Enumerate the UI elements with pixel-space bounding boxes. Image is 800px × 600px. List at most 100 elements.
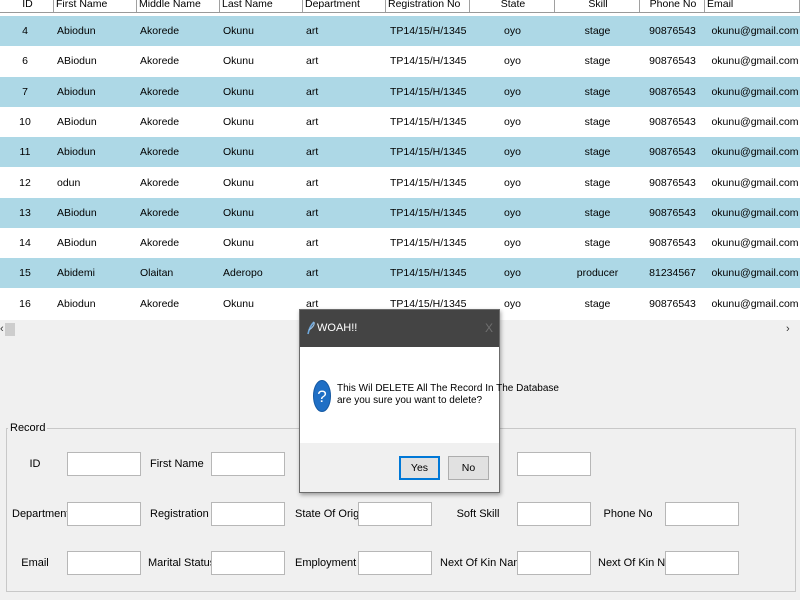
cell-middle-name[interactable]: Akorede <box>140 228 220 258</box>
cell-middle-name[interactable]: Akorede <box>140 289 220 319</box>
marital-status-field[interactable] <box>211 551 285 575</box>
cell-phone-no[interactable]: 90876543 <box>640 289 705 319</box>
cell-last-name[interactable]: Okunu <box>223 107 303 137</box>
cell-phone-no[interactable]: 90876543 <box>640 168 705 198</box>
cell-state[interactable]: oyo <box>470 228 555 258</box>
cell-id[interactable]: 13 <box>0 198 50 228</box>
cell-last-name[interactable]: Okunu <box>223 289 303 319</box>
column-header-id[interactable]: ID <box>0 0 54 12</box>
cell-first-name[interactable]: Abiodun <box>57 137 137 167</box>
cell-state[interactable]: oyo <box>470 258 555 288</box>
cell-id[interactable]: 14 <box>0 228 50 258</box>
cell-registration-no[interactable]: TP14/15/H/1345 <box>390 168 470 198</box>
cell-phone-no[interactable]: 81234567 <box>640 258 705 288</box>
cell-email[interactable]: okunu@gmail.com <box>710 77 800 107</box>
cell-department[interactable]: art <box>306 46 386 76</box>
cell-last-name[interactable]: Okunu <box>223 16 303 46</box>
cell-id[interactable]: 15 <box>0 258 50 288</box>
cell-department[interactable]: art <box>306 16 386 46</box>
cell-email[interactable]: okunu@gmail.com <box>710 46 800 76</box>
column-header-last-name[interactable]: Last Name <box>220 0 303 12</box>
cell-id[interactable]: 16 <box>0 289 50 319</box>
scroll-left-arrow-icon[interactable]: ‹ <box>0 320 4 338</box>
cell-first-name[interactable]: Abidemi <box>57 258 137 288</box>
yes-button[interactable]: Yes <box>399 456 440 480</box>
cell-first-name[interactable]: ABiodun <box>57 46 137 76</box>
email-field[interactable] <box>67 551 141 575</box>
first-name-field[interactable] <box>211 452 285 476</box>
table-row[interactable]: 6 ABiodun Akorede Okunu art TP14/15/H/1345 oyo… <box>0 46 800 77</box>
table-row[interactable]: 13 ABiodun Akorede Okunu art TP14/15/H/1345 oy… <box>0 197 800 228</box>
cell-registration-no[interactable]: TP14/15/H/1345 <box>390 198 470 228</box>
employment-field[interactable] <box>358 551 432 575</box>
cell-last-name[interactable]: Okunu <box>223 137 303 167</box>
cell-id[interactable]: 6 <box>0 46 50 76</box>
cell-registration-no[interactable]: TP14/15/H/1345 <box>390 258 470 288</box>
cell-first-name[interactable]: odun <box>57 168 137 198</box>
cell-state[interactable]: oyo <box>470 168 555 198</box>
state-of-origin-field[interactable] <box>358 502 432 526</box>
cell-registration-no[interactable]: TP14/15/H/1345 <box>390 228 470 258</box>
dialog-titlebar[interactable]: WOAH!! X <box>300 310 499 347</box>
cell-middle-name[interactable]: Olaitan <box>140 258 220 288</box>
next-of-kin-no-field[interactable] <box>665 551 739 575</box>
cell-skill[interactable]: stage <box>555 228 640 258</box>
cell-skill[interactable]: stage <box>555 289 640 319</box>
soft-skill-field[interactable] <box>517 502 591 526</box>
column-header-state[interactable]: State <box>470 0 555 12</box>
cell-id[interactable]: 10 <box>0 107 50 137</box>
cell-skill[interactable]: stage <box>555 168 640 198</box>
cell-last-name[interactable]: Okunu <box>223 198 303 228</box>
cell-phone-no[interactable]: 90876543 <box>640 137 705 167</box>
cell-registration-no[interactable]: TP14/15/H/1345 <box>390 137 470 167</box>
cell-skill[interactable]: stage <box>555 16 640 46</box>
cell-id[interactable]: 11 <box>0 137 50 167</box>
no-button[interactable]: No <box>448 456 489 480</box>
column-header-email[interactable]: Email <box>705 0 800 12</box>
column-header-middle-name[interactable]: Middle Name <box>137 0 220 12</box>
cell-last-name[interactable]: Okunu <box>223 46 303 76</box>
registration-field[interactable] <box>211 502 285 526</box>
column-header-phone-no[interactable]: Phone No <box>640 0 705 12</box>
cell-department[interactable]: art <box>306 258 386 288</box>
cell-id[interactable]: 4 <box>0 16 50 46</box>
next-of-kin-name-field[interactable] <box>517 551 591 575</box>
cell-skill[interactable]: stage <box>555 198 640 228</box>
column-header-registration-no[interactable]: Registration No <box>386 0 470 12</box>
table-row[interactable]: 7 Abiodun Akorede Okunu art TP14/15/H/1345 oyo… <box>0 76 800 107</box>
cell-last-name[interactable]: Okunu <box>223 168 303 198</box>
cell-middle-name[interactable]: Akorede <box>140 198 220 228</box>
table-row[interactable]: 15 Abidemi Olaitan Aderopo art TP14/15/H/1345… <box>0 258 800 289</box>
cell-state[interactable]: oyo <box>470 16 555 46</box>
record-field-row1-col4[interactable] <box>517 452 591 476</box>
cell-department[interactable]: art <box>306 77 386 107</box>
cell-department[interactable]: art <box>306 137 386 167</box>
id-field[interactable] <box>67 452 141 476</box>
cell-middle-name[interactable]: Akorede <box>140 77 220 107</box>
cell-registration-no[interactable]: TP14/15/H/1345 <box>390 16 470 46</box>
scroll-right-arrow-icon[interactable]: › <box>786 320 796 338</box>
table-row[interactable]: 14 ABiodun Akorede Okunu art TP14/15/H/1345 oy… <box>0 228 800 259</box>
cell-middle-name[interactable]: Akorede <box>140 137 220 167</box>
cell-state[interactable]: oyo <box>470 198 555 228</box>
table-row[interactable]: 4 Abiodun Akorede Okunu art TP14/15/H/1345 oyo… <box>0 16 800 46</box>
cell-first-name[interactable]: ABiodun <box>57 228 137 258</box>
cell-last-name[interactable]: Okunu <box>223 77 303 107</box>
cell-state[interactable]: oyo <box>470 137 555 167</box>
table-row[interactable]: 12 odun Akorede Okunu art TP14/15/H/1345 oyo st… <box>0 167 800 198</box>
cell-skill[interactable]: producer <box>555 258 640 288</box>
table-row[interactable]: 11 Abiodun Akorede Okunu art TP14/15/H/1345 oy… <box>0 137 800 168</box>
cell-skill[interactable]: stage <box>555 77 640 107</box>
cell-state[interactable]: oyo <box>470 77 555 107</box>
cell-skill[interactable]: stage <box>555 107 640 137</box>
cell-id[interactable]: 12 <box>0 168 50 198</box>
cell-first-name[interactable]: Abiodun <box>57 16 137 46</box>
cell-middle-name[interactable]: Akorede <box>140 16 220 46</box>
cell-email[interactable]: okunu@gmail.com <box>710 289 800 319</box>
cell-skill[interactable]: stage <box>555 46 640 76</box>
cell-phone-no[interactable]: 90876543 <box>640 228 705 258</box>
cell-email[interactable]: okunu@gmail.com <box>710 258 800 288</box>
cell-id[interactable]: 7 <box>0 77 50 107</box>
cell-phone-no[interactable]: 90876543 <box>640 107 705 137</box>
cell-middle-name[interactable]: Akorede <box>140 107 220 137</box>
